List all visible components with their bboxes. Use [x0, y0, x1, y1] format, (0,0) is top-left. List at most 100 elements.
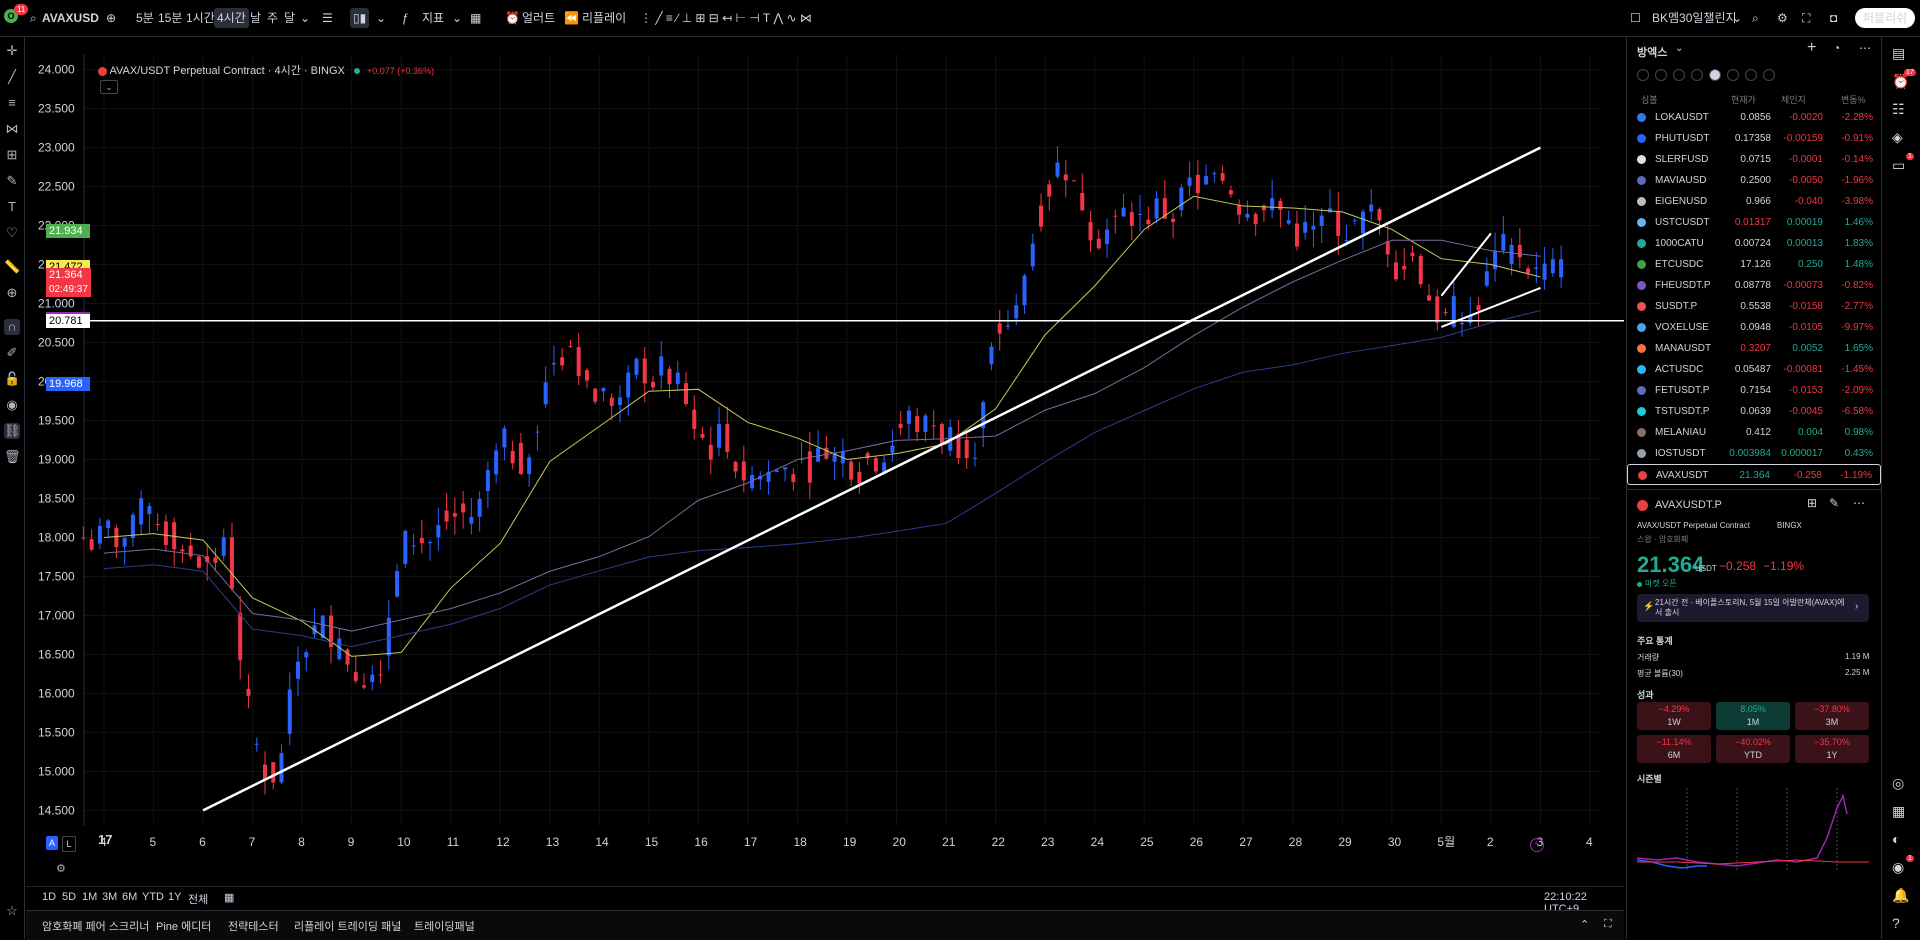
watchlist-row[interactable]: PHUTUSDT 0.17358 -0.00159 -0.91% — [1627, 128, 1881, 149]
lock-icon[interactable]: 🔓 — [4, 371, 20, 387]
interval-4h[interactable]: 4시간 — [214, 8, 249, 28]
chevron-right-icon[interactable]: › — [1855, 601, 1858, 612]
row-symbol[interactable]: SUSDT.P — [1655, 296, 1715, 317]
lightning-icon[interactable]: ϟ — [1530, 838, 1544, 852]
indicators-button[interactable]: 지표 — [422, 8, 444, 28]
link-icon[interactable]: ⛓ — [4, 423, 21, 439]
projection-icon[interactable]: ⊞ — [4, 147, 20, 163]
calendar-icon[interactable]: ▦ — [1892, 803, 1905, 820]
filter-chip-icon[interactable] — [1655, 69, 1667, 81]
header-symbol[interactable]: 심볼 — [1641, 93, 1658, 106]
ideas-icon[interactable]: ◐ — [1892, 831, 1900, 847]
watchlist-row[interactable]: FETUSDT.P 0.7154 -0.0153 -2.09% — [1627, 380, 1881, 401]
range-5d[interactable]: 5D — [62, 891, 76, 903]
help-icon[interactable]: ? — [1892, 915, 1900, 931]
watchlist-row[interactable]: MELANIAU 0.412 0.004 0.98% — [1627, 422, 1881, 443]
eye-icon[interactable]: ◉ — [4, 397, 20, 413]
compare-add-icon[interactable]: ⊕ — [106, 8, 116, 28]
watchlist-row[interactable]: MANAUSDT 0.3207 0.0052 1.65% — [1627, 338, 1881, 359]
chevron-down-icon[interactable]: ⌄ — [452, 8, 462, 28]
row-symbol[interactable]: MANAUSDT — [1655, 338, 1715, 359]
watchlist-row[interactable]: TSTUSDT.P 0.0639 -0.0045 -6.58% — [1627, 401, 1881, 422]
watchlist-row[interactable]: EIGENUSD 0.966 -0.040 -3.98% — [1627, 191, 1881, 212]
replay-icon[interactable]: ⏪ — [564, 8, 579, 28]
target-icon[interactable]: ◎ — [1892, 775, 1904, 792]
publish-button[interactable]: 퍼블리쉬 — [1855, 8, 1916, 28]
tab-trading-panel[interactable]: 트레이딩패널 — [414, 918, 475, 934]
stay-drawing-icon[interactable]: ✐ — [4, 345, 20, 361]
row-symbol[interactable]: TSTUSDT.P — [1655, 401, 1715, 422]
bar-style-icon[interactable]: ☰ — [322, 8, 333, 28]
filter-chip-icon[interactable] — [1691, 69, 1703, 81]
more-options-icon[interactable]: ⋯ — [1859, 41, 1871, 55]
trendline-icon[interactable]: ╱ — [4, 69, 20, 85]
pattern-icon[interactable]: ⋈ — [4, 121, 20, 137]
row-symbol[interactable]: SLERFUSD — [1655, 149, 1715, 170]
watchlist-row[interactable]: FHEUSDT.P 0.08778 -0.00073 -0.82% — [1627, 275, 1881, 296]
row-symbol[interactable]: MELANIAU — [1655, 422, 1715, 443]
alert-icon[interactable]: ⏰ — [505, 8, 520, 28]
indicators-icon[interactable]: ƒ — [402, 8, 409, 28]
broadcast-icon[interactable]: ◉ — [1892, 859, 1904, 876]
symbol-search[interactable]: AVAXUSD — [42, 8, 99, 28]
advanced-view-icon[interactable]: ◔ — [1833, 41, 1840, 55]
row-symbol[interactable]: AVAXUSDT — [1656, 465, 1716, 486]
crosshair-icon[interactable]: ✛ — [4, 43, 20, 59]
tab-strategy-tester[interactable]: 전략테스터 — [228, 918, 279, 934]
zoom-icon[interactable]: ⊕ — [4, 285, 20, 301]
tab-pine-editor[interactable]: Pine 에디터 — [156, 918, 211, 934]
range-6m[interactable]: 6M — [122, 891, 137, 903]
more-options-icon[interactable]: ⋯ — [1853, 496, 1865, 510]
layout-name[interactable]: BK멤30일챌린지 — [1652, 8, 1737, 28]
chevron-down-icon[interactable]: ⌄ — [300, 8, 310, 28]
row-symbol[interactable]: ETCUSDC — [1655, 254, 1715, 275]
news-card[interactable]: ⚡ 21시간 전 · 베이플스토리N, 5월 15일 아발란체(AVAX)에서 … — [1637, 594, 1869, 622]
row-symbol[interactable]: EIGENUSD — [1655, 191, 1715, 212]
watchlist-row[interactable]: SLERFUSD 0.0715 -0.0001 -0.14% — [1627, 149, 1881, 170]
row-symbol[interactable]: 1000CATU — [1655, 233, 1715, 254]
interval-1h[interactable]: 1시간 — [186, 8, 215, 28]
row-symbol[interactable]: MAVIAUSD — [1655, 170, 1715, 191]
watchlist-row[interactable]: ACTUSDC 0.05487 -0.00081 -1.45% — [1627, 359, 1881, 380]
watchlist-icon[interactable]: ▤ — [1892, 45, 1905, 62]
filter-chip-icon[interactable] — [1763, 69, 1775, 81]
range-1d[interactable]: 1D — [42, 891, 56, 903]
performance-cell[interactable]: −40.02% YTD — [1716, 735, 1790, 763]
trash-icon[interactable]: 🗑 — [4, 449, 21, 465]
filter-chip-icon[interactable] — [1745, 69, 1757, 81]
row-symbol[interactable]: VOXELUSE — [1655, 317, 1715, 338]
watchlist-row[interactable]: ETCUSDC 17.126 0.250 1.48% — [1627, 254, 1881, 275]
layers-icon[interactable]: ◈ — [1892, 129, 1903, 146]
filter-chip-icon[interactable] — [1727, 69, 1739, 81]
text-icon[interactable]: T — [4, 199, 20, 215]
row-symbol[interactable]: LOKAUSDT — [1655, 107, 1715, 128]
performance-cell[interactable]: −37.80% 3M — [1795, 702, 1869, 730]
interval-week[interactable]: 주 — [267, 8, 278, 28]
range-ytd[interactable]: YTD — [142, 891, 164, 903]
seasonal-chart[interactable] — [1637, 788, 1869, 872]
star-icon[interactable]: ☆ — [4, 903, 20, 919]
interval-5m[interactable]: 5분 — [136, 8, 154, 28]
details-name[interactable]: AVAX/USDT Perpetual Contract — [1637, 521, 1750, 530]
interval-15m[interactable]: 15분 — [158, 8, 182, 28]
settings-icon[interactable]: ⚙ — [1777, 8, 1788, 28]
fib-icon[interactable]: ≡ — [4, 95, 20, 111]
notifications-icon[interactable]: 🔔 — [1892, 887, 1909, 904]
performance-cell[interactable]: −35.70% 1Y — [1795, 735, 1869, 763]
data-window-icon[interactable]: ☷ — [1892, 101, 1905, 118]
performance-cell[interactable]: −4.29% 1W — [1637, 702, 1711, 730]
filter-chip-icon[interactable] — [1637, 69, 1649, 81]
row-symbol[interactable]: USTCUSDT — [1655, 212, 1715, 233]
row-symbol[interactable]: FHEUSDT.P — [1655, 275, 1715, 296]
watchlist-title[interactable]: 방엑스 — [1637, 44, 1667, 60]
templates-icon[interactable]: ▦ — [470, 8, 481, 28]
grid-view-icon[interactable]: ⊞ — [1807, 496, 1817, 510]
filter-chip-icon[interactable] — [1673, 69, 1685, 81]
range-3m[interactable]: 3M — [102, 891, 117, 903]
tab-screener[interactable]: 암호화폐 페어 스크리너 — [42, 918, 149, 934]
edit-icon[interactable]: ✎ — [1829, 496, 1839, 510]
row-symbol[interactable]: ACTUSDC — [1655, 359, 1715, 380]
magnet-icon[interactable]: ∩ — [4, 319, 20, 335]
watchlist-row[interactable]: 1000CATU 0.00724 0.00013 1.83% — [1627, 233, 1881, 254]
camera-icon[interactable]: ◘ — [1830, 8, 1837, 28]
